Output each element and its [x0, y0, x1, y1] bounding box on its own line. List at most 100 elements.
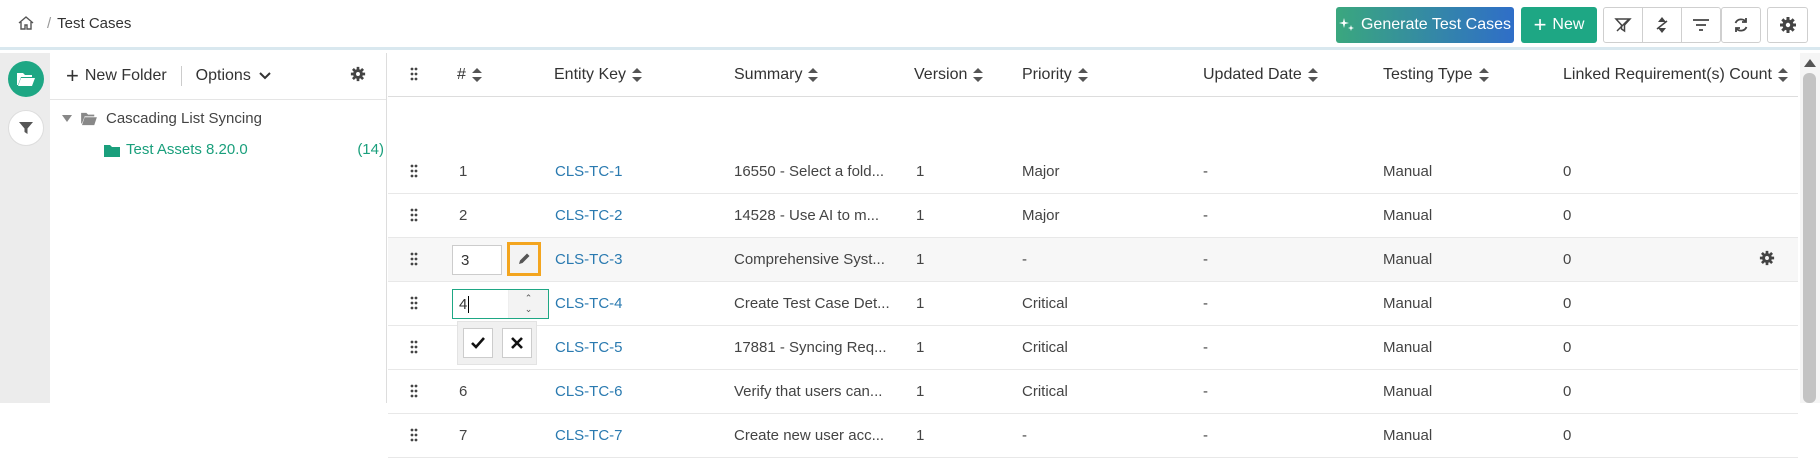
row-settings-icon[interactable] — [1759, 250, 1775, 266]
table-row[interactable]: 2 CLS-TC-2 14528 - Use AI to m... 1 Majo… — [388, 194, 1798, 238]
drag-handle-icon[interactable] — [410, 340, 418, 354]
sort-icon — [632, 68, 643, 82]
folders-toggle-button[interactable] — [8, 61, 44, 97]
table-row[interactable]: 1 CLS-TC-1 16550 - Select a fold... 1 Ma… — [388, 150, 1798, 194]
new-folder-button[interactable]: + New Folder — [66, 65, 167, 87]
stepper-arrows[interactable]: ⌃ ⌄ — [508, 290, 548, 318]
sort-icon — [1778, 68, 1788, 82]
refresh-button[interactable] — [1721, 7, 1761, 43]
filter-lines-icon — [1693, 19, 1709, 31]
vertical-scrollbar[interactable] — [1800, 53, 1820, 403]
settings-button[interactable] — [1767, 7, 1808, 43]
inline-edit-actions — [457, 321, 537, 365]
cell-version: 1 — [916, 427, 925, 444]
cell-entity-key[interactable]: CLS-TC-7 — [555, 427, 623, 444]
clear-filter-button[interactable] — [1603, 7, 1643, 43]
cell-version: 1 — [916, 383, 925, 400]
cell-summary: 17881 - Syncing Req... — [734, 339, 887, 356]
scroll-thumb[interactable] — [1803, 73, 1816, 403]
col-header-testing-type[interactable]: Testing Type — [1383, 66, 1489, 84]
drag-handle-icon[interactable] — [410, 208, 418, 222]
new-button[interactable]: + New — [1521, 7, 1597, 43]
table-row[interactable]: 6 CLS-TC-6 Verify that users can... 1 Cr… — [388, 370, 1798, 414]
text-cursor — [468, 296, 470, 313]
table-row[interactable]: 4 ⌃ ⌄ CLS-TC-4 Create Test Case Det... 1… — [388, 282, 1798, 326]
sort-icon — [1478, 68, 1489, 82]
cell-entity-key[interactable]: CLS-TC-1 — [555, 163, 623, 180]
folder-settings-icon[interactable] — [350, 66, 366, 82]
table-row[interactable]: 7 CLS-TC-7 Create new user acc... 1 - - … — [388, 414, 1798, 458]
drag-handle-icon — [410, 67, 418, 81]
cell-linked: 0 — [1563, 251, 1572, 268]
sort-button[interactable] — [1642, 7, 1682, 43]
sort-icon — [808, 68, 819, 82]
cell-entity-key[interactable]: CLS-TC-2 — [555, 207, 623, 224]
home-icon[interactable] — [17, 14, 35, 32]
pencil-icon — [519, 253, 530, 264]
drag-handle-icon[interactable] — [410, 296, 418, 310]
cell-priority: - — [1022, 427, 1027, 444]
table-row[interactable]: 3 CLS-TC-3 Comprehensive Syst... 1 - - M… — [388, 238, 1798, 282]
edit-number-button[interactable] — [507, 242, 541, 276]
chevron-down-icon — [259, 72, 271, 80]
cell-number: 1 — [459, 163, 468, 180]
cell-testing-type: Manual — [1383, 427, 1433, 444]
refresh-icon — [1734, 18, 1748, 32]
drag-handle-icon[interactable] — [410, 428, 418, 442]
options-dropdown[interactable]: Options — [196, 67, 271, 85]
tree-item-root[interactable]: Cascading List Syncing — [62, 110, 262, 127]
folder-panel: + New Folder Options Cascading List Sync… — [50, 53, 387, 403]
col-header-priority[interactable]: Priority — [1022, 66, 1088, 84]
cell-entity-key[interactable]: CLS-TC-6 — [555, 383, 623, 400]
cancel-button[interactable] — [501, 328, 532, 358]
col-header-version[interactable]: Version — [914, 66, 984, 84]
filter-lines-button[interactable] — [1681, 7, 1721, 43]
cell-entity-key[interactable]: CLS-TC-4 — [555, 295, 623, 312]
cell-number: 2 — [459, 207, 468, 224]
sort-icon — [973, 68, 984, 82]
number-stepper[interactable]: 4 ⌃ ⌄ — [452, 289, 549, 319]
col-header-entity-key[interactable]: Entity Key — [554, 66, 643, 84]
left-rail — [0, 53, 50, 403]
cell-updated: - — [1203, 295, 1208, 312]
drag-handle-icon[interactable] — [410, 252, 418, 266]
cell-updated: - — [1203, 339, 1208, 356]
table-row[interactable]: CLS-TC-5 17881 - Syncing Req... 1 Critic… — [388, 326, 1798, 370]
col-header-summary[interactable]: Summary — [734, 66, 819, 84]
cell-linked: 0 — [1563, 163, 1572, 180]
chevron-down-icon[interactable]: ⌄ — [525, 304, 533, 315]
col-header-updated-date[interactable]: Updated Date — [1203, 66, 1318, 84]
cell-updated: - — [1203, 207, 1208, 224]
chevron-up-icon[interactable]: ⌃ — [525, 293, 533, 304]
breadcrumb: / Test Cases — [17, 14, 131, 32]
col-header-number[interactable]: # — [457, 66, 482, 84]
cell-testing-type: Manual — [1383, 339, 1433, 356]
filter-toggle-button[interactable] — [8, 110, 44, 146]
divider — [180, 66, 182, 86]
cell-version: 1 — [916, 207, 925, 224]
cell-version: 1 — [916, 251, 925, 268]
sort-icon — [1307, 68, 1318, 82]
tree-item-child[interactable]: Test Assets 8.20.0 (14) — [104, 141, 384, 158]
cell-summary: 16550 - Select a fold... — [734, 163, 885, 180]
cell-priority: Critical — [1022, 339, 1068, 356]
top-bar: / Test Cases Generate Test Cases + New — [0, 0, 1820, 50]
confirm-button[interactable] — [462, 328, 493, 358]
check-icon — [470, 337, 485, 349]
scroll-up-icon[interactable] — [1804, 59, 1816, 67]
filter-icon — [19, 122, 33, 134]
cell-linked: 0 — [1563, 207, 1572, 224]
cell-priority: Critical — [1022, 383, 1068, 400]
cell-entity-key[interactable]: CLS-TC-5 — [555, 339, 623, 356]
cell-entity-key[interactable]: CLS-TC-3 — [555, 251, 623, 268]
number-field[interactable]: 3 — [452, 245, 502, 275]
cell-linked: 0 — [1563, 339, 1572, 356]
caret-down-icon[interactable] — [62, 114, 72, 123]
generate-test-cases-button[interactable]: Generate Test Cases — [1336, 7, 1514, 43]
col-header-linked-requirements[interactable]: Linked Requirement(s) Count — [1563, 66, 1788, 84]
drag-handle-icon[interactable] — [410, 384, 418, 398]
cell-testing-type: Manual — [1383, 383, 1433, 400]
drag-handle-icon[interactable] — [410, 164, 418, 178]
close-icon — [510, 337, 523, 349]
sort-icon — [1656, 17, 1668, 33]
